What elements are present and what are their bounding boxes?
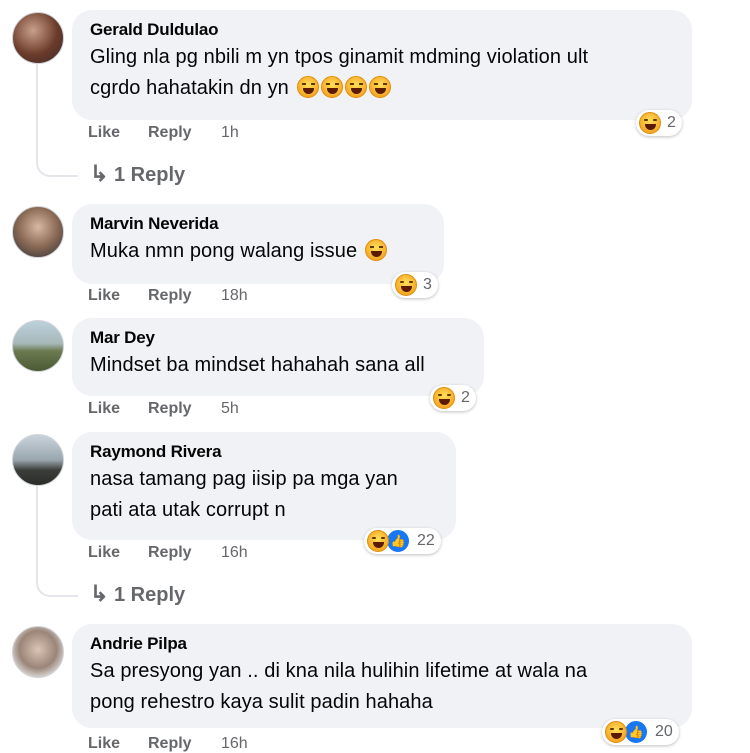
view-replies-link[interactable]: ↳ 1 Reply <box>90 161 185 187</box>
like-button[interactable]: Like <box>88 400 120 418</box>
comment-timestamp[interactable]: 5h <box>221 400 239 418</box>
comment-text-line: Sa presyong yan .. di kna nila hulihin l… <box>90 660 588 682</box>
comment-bubble: Marvin Neverida Muka nmn pong walang iss… <box>72 204 444 284</box>
comment-timestamp[interactable]: 16h <box>221 544 248 562</box>
comment-text: Sa presyong yan .. di kna nila hulihin l… <box>90 656 674 718</box>
comment-author[interactable]: Andrie Pilpa <box>90 634 674 654</box>
haha-emoji-icon <box>433 387 455 409</box>
like-button[interactable]: Like <box>88 544 120 562</box>
reaction-summary[interactable]: 2 <box>430 385 476 411</box>
view-replies-link[interactable]: ↳ 1 Reply <box>90 581 185 607</box>
like-button[interactable]: Like <box>88 287 120 305</box>
comment-text-fragment: cgrdo hahatakin dn yn <box>90 77 289 99</box>
comment-bubble: Gerald Duldulao Gling nla pg nbili m yn … <box>72 10 692 120</box>
reaction-summary[interactable]: 👍 22 <box>364 528 441 554</box>
reaction-count: 2 <box>667 114 676 131</box>
like-button[interactable]: Like <box>88 124 120 142</box>
thread-curve <box>36 155 78 177</box>
haha-emoji-icon <box>395 274 417 296</box>
comment-timestamp[interactable]: 18h <box>221 287 248 305</box>
avatar[interactable] <box>12 320 64 372</box>
reaction-summary[interactable]: 2 <box>636 110 682 136</box>
comment-text: Muka nmn pong walang issue <box>90 236 426 267</box>
comment-text: Mindset ba mindset hahahah sana all <box>90 354 425 376</box>
comment-text-line: pong rehestro kaya sulit padin hahaha <box>90 691 433 713</box>
reaction-count: 20 <box>655 723 673 740</box>
haha-emoji-icon <box>605 721 627 743</box>
haha-emoji-icon <box>344 76 367 98</box>
haha-emoji-icon <box>368 76 391 98</box>
thread-curve <box>36 575 78 597</box>
reply-arrow-icon: ↳ <box>90 581 109 606</box>
comment-author[interactable]: Gerald Duldulao <box>90 20 674 40</box>
comment-timestamp[interactable]: 1h <box>221 124 239 142</box>
comment-text-line: nasa tamang pag iisip pa mga yan <box>90 468 398 490</box>
comment-text: nasa tamang pag iisip pa mga yan pati at… <box>90 464 438 526</box>
reply-arrow-icon: ↳ <box>90 161 109 186</box>
thread-line <box>36 486 38 578</box>
reaction-count: 3 <box>423 276 432 293</box>
replies-label: 1 Reply <box>114 164 186 186</box>
comment-author[interactable]: Raymond Rivera <box>90 442 438 462</box>
comment-text-line: cgrdo hahatakin dn yn <box>90 73 674 104</box>
reaction-count: 2 <box>461 389 470 406</box>
like-button[interactable]: Like <box>88 735 120 753</box>
grin-sweat-emoji-icon <box>364 239 387 261</box>
reply-button[interactable]: Reply <box>148 544 192 562</box>
comment-bubble: Mar Dey Mindset ba mindset hahahah sana … <box>72 318 484 396</box>
comment-author[interactable]: Marvin Neverida <box>90 214 426 234</box>
comment-bubble: Andrie Pilpa Sa presyong yan .. di kna n… <box>72 624 692 728</box>
reply-button[interactable]: Reply <box>148 124 192 142</box>
comment-text-line: pati ata utak corrupt n <box>90 499 286 521</box>
avatar[interactable] <box>12 12 64 64</box>
haha-emoji-icon <box>296 76 319 98</box>
comment-timestamp[interactable]: 16h <box>221 735 248 753</box>
reply-button[interactable]: Reply <box>148 400 192 418</box>
reply-button[interactable]: Reply <box>148 735 192 753</box>
comment-author[interactable]: Mar Dey <box>90 328 466 348</box>
reply-button[interactable]: Reply <box>148 287 192 305</box>
avatar[interactable] <box>12 626 64 678</box>
avatar[interactable] <box>12 434 64 486</box>
haha-emoji-icon <box>639 112 661 134</box>
comment-bubble: Raymond Rivera nasa tamang pag iisip pa … <box>72 432 456 540</box>
haha-emoji-icon <box>367 530 389 552</box>
comment-text: Gling nla pg nbili m yn tpos ginamit mdm… <box>90 42 674 104</box>
reaction-summary[interactable]: 👍 20 <box>602 719 679 745</box>
thread-line <box>36 64 38 158</box>
avatar[interactable] <box>12 206 64 258</box>
replies-label: 1 Reply <box>114 584 186 606</box>
reaction-summary[interactable]: 3 <box>392 272 438 298</box>
reaction-count: 22 <box>417 532 435 549</box>
comment-text-fragment: Muka nmn pong walang issue <box>90 240 358 262</box>
haha-emoji-icon <box>320 76 343 98</box>
comment-text-line: Gling nla pg nbili m yn tpos ginamit mdm… <box>90 46 589 68</box>
